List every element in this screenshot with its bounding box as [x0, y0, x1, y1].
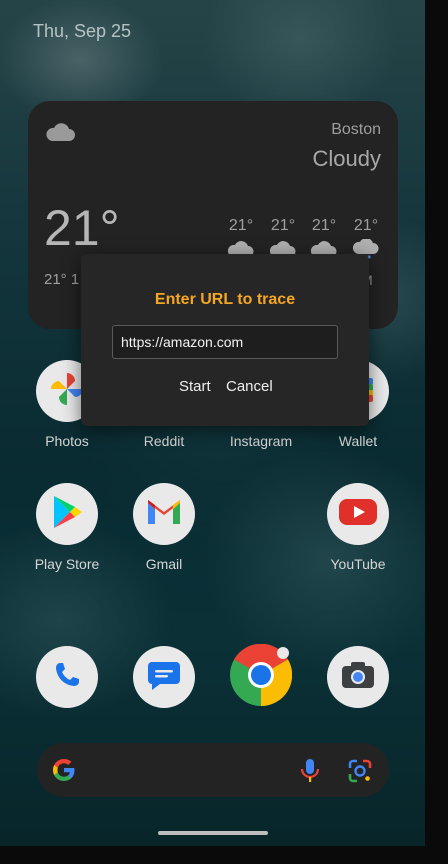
forecast-temp: 21° [228, 217, 254, 234]
google-g-icon [51, 757, 77, 788]
gmail-icon [145, 497, 183, 532]
cloud-icon [44, 121, 76, 148]
weather-temperature: 21° [44, 200, 120, 256]
play-store-icon [50, 494, 84, 535]
phone-icon [52, 660, 82, 695]
youtube-icon [338, 497, 378, 532]
app-play-store[interactable]: Play Store [27, 483, 107, 572]
url-input[interactable] [112, 325, 338, 359]
screen-border-bottom [0, 846, 448, 864]
forecast-temp: 21° [311, 217, 337, 234]
weather-city: Boston [331, 121, 381, 138]
weather-condition: Cloudy [312, 146, 381, 171]
messages-icon [146, 658, 182, 697]
forecast-temp: 21° [353, 217, 379, 234]
trace-url-dialog: Enter URL to trace Start Cancel [81, 254, 369, 426]
app-label: Play Store [34, 556, 100, 572]
app-camera[interactable] [318, 646, 398, 708]
chrome-icon [230, 643, 293, 711]
app-label: Instagram [229, 433, 293, 449]
app-gmail[interactable]: Gmail [124, 483, 204, 572]
app-label: Photos [45, 433, 89, 449]
lens-icon[interactable] [346, 757, 374, 790]
dialog-title: Enter URL to trace [154, 291, 296, 308]
app-label: Gmail [145, 556, 183, 572]
google-search-bar[interactable] [37, 743, 389, 797]
app-phone[interactable] [27, 646, 107, 708]
screen-border-right [425, 0, 448, 864]
app-label: Reddit [143, 433, 185, 449]
app-label: YouTube [330, 556, 386, 572]
start-button[interactable]: Start [179, 376, 211, 397]
weather-low-temp: 21° 1 [44, 271, 80, 288]
app-label: Wallet [338, 433, 378, 449]
cancel-button[interactable]: Cancel [226, 376, 273, 397]
app-chrome[interactable] [221, 643, 301, 711]
microphone-icon[interactable] [299, 757, 321, 790]
app-messages[interactable] [124, 646, 204, 708]
gesture-navigation-bar[interactable] [158, 831, 268, 835]
app-youtube[interactable]: YouTube [318, 483, 398, 572]
forecast-temp: 21° [270, 217, 296, 234]
date-label[interactable]: Thu, Sep 25 [33, 21, 131, 42]
camera-icon [340, 660, 376, 695]
